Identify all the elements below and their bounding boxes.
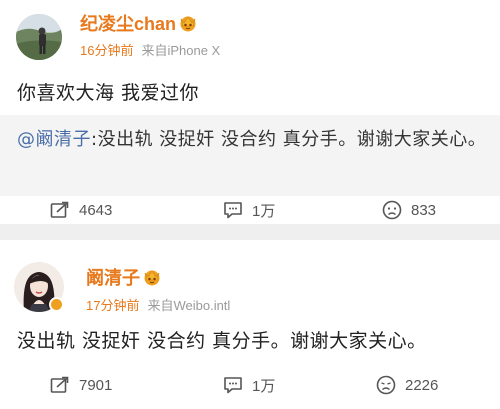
repost-body: :没出轨 没捉奸 没合约 真分手。谢谢大家关心。 — [91, 129, 487, 150]
comment-button[interactable]: 1万 — [223, 196, 275, 224]
vip-crown-icon — [142, 268, 162, 291]
post-time[interactable]: 16分钟前 — [80, 43, 133, 58]
comment-button[interactable]: 1万 — [223, 371, 275, 399]
weibo-post: 纪凌尘chan 16分钟前 来自iPhone X 你喜欢大海 我爱过你 @阚清子:… — [0, 0, 500, 224]
like-count: 833 — [411, 201, 437, 219]
comment-icon — [224, 377, 242, 394]
like-count: 2226 — [405, 376, 439, 394]
post-source: 来自iPhone X — [141, 43, 221, 58]
post-time[interactable]: 17分钟前 — [86, 298, 139, 313]
repost-button[interactable]: 7901 — [50, 371, 112, 399]
post-source: 来自Weibo.intl — [147, 298, 231, 313]
like-button[interactable]: 2226 — [376, 371, 438, 399]
username-text[interactable]: 阚清子 — [86, 268, 140, 288]
sad-face-icon — [382, 200, 402, 220]
crying-face-icon — [376, 375, 396, 395]
repost-icon — [50, 201, 69, 218]
post-meta: 16分钟前 来自iPhone X — [80, 40, 220, 59]
avatar[interactable] — [16, 14, 62, 60]
comment-icon — [224, 202, 242, 219]
repost-count: 7901 — [79, 376, 113, 394]
post-text: 你喜欢大海 我爱过你 — [17, 82, 200, 104]
post-text: 没出轨 没捉奸 没合约 真分手。谢谢大家关心。 — [17, 330, 427, 352]
repost-count: 4643 — [79, 201, 113, 219]
repost-button[interactable]: 4643 — [50, 196, 112, 224]
username[interactable]: 纪凌尘chan — [80, 10, 198, 37]
verified-badge-icon — [49, 297, 64, 312]
post-meta: 17分钟前 来自Weibo.intl — [86, 295, 230, 314]
action-bar: 7901 1万 2226 — [0, 371, 500, 399]
repost-mention[interactable]: @阚清子 — [17, 129, 91, 150]
repost-box[interactable]: @阚清子:没出轨 没捉奸 没合约 真分手。谢谢大家关心。 — [0, 115, 500, 196]
action-bar: 4643 1万 833 — [0, 196, 500, 224]
vip-crown-icon — [178, 14, 198, 37]
comment-count: 1万 — [252, 202, 276, 220]
username-text[interactable]: 纪凌尘chan — [80, 14, 176, 34]
username[interactable]: 阚清子 — [86, 264, 162, 291]
repost-icon — [50, 376, 69, 393]
like-button[interactable]: 833 — [382, 196, 436, 224]
repost-text: @阚清子:没出轨 没捉奸 没合约 真分手。谢谢大家关心。 — [17, 123, 487, 157]
comment-count: 1万 — [252, 377, 276, 395]
